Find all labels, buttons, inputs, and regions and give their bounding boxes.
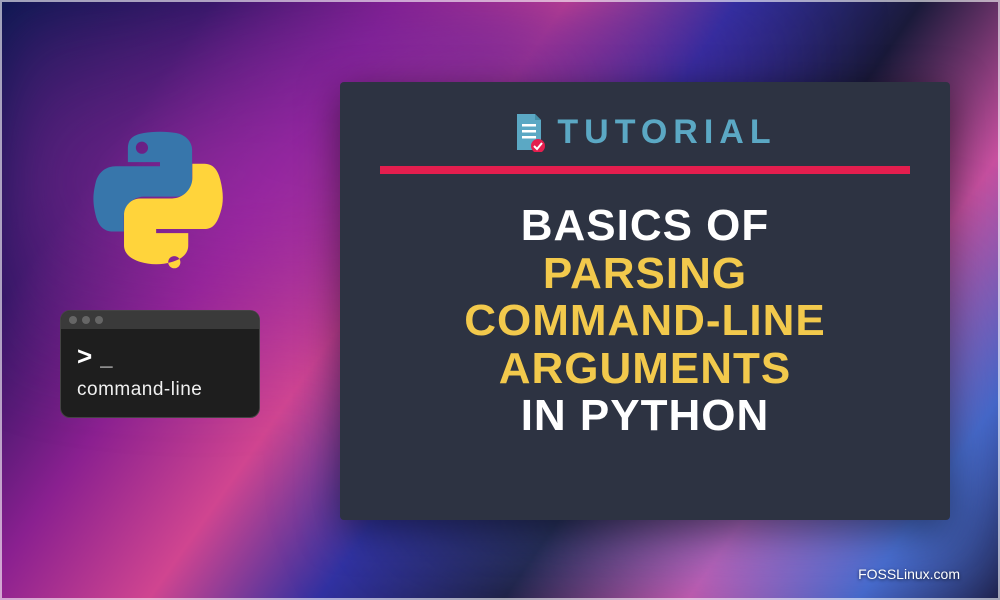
terminal-card: > _ command-line [60, 310, 260, 418]
title-line-3: COMMAND-LINE [464, 297, 826, 345]
tutorial-badge: TUTORIAL [513, 112, 776, 152]
title-card: TUTORIAL BASICS OF PARSING COMMAND-LINE … [340, 82, 950, 520]
prompt-cursor-icon: _ [100, 345, 112, 371]
python-logo-icon [85, 130, 235, 280]
document-checklist-icon [513, 112, 545, 152]
title-line-4: ARGUMENTS [464, 345, 826, 393]
window-dot [95, 316, 103, 324]
title-block: BASICS OF PARSING COMMAND-LINE ARGUMENTS… [464, 202, 826, 440]
tutorial-badge-text: TUTORIAL [557, 113, 776, 152]
window-dot [82, 316, 90, 324]
left-column: > _ command-line [50, 130, 270, 418]
prompt-chevron-icon: > [77, 343, 92, 369]
terminal-titlebar [61, 311, 259, 329]
title-line-1: BASICS OF [464, 202, 826, 250]
terminal-prompt: > _ [77, 343, 243, 371]
window-dot [69, 316, 77, 324]
terminal-label: command-line [77, 379, 243, 401]
terminal-body: > _ command-line [61, 329, 259, 417]
title-line-5: IN PYTHON [464, 392, 826, 440]
title-line-2: PARSING [464, 250, 826, 298]
watermark-text: FOSSLinux.com [858, 566, 960, 582]
red-divider [380, 166, 910, 174]
